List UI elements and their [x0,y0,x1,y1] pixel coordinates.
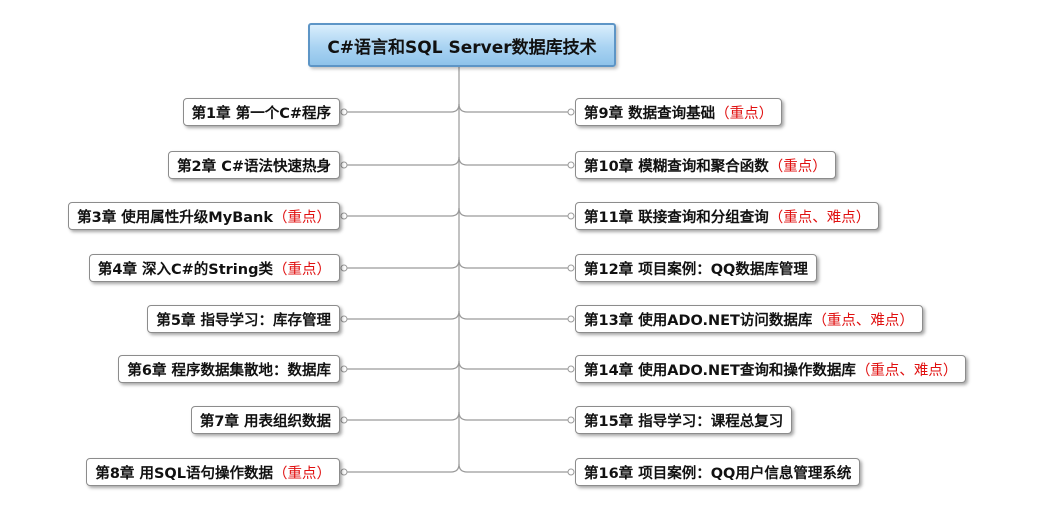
chapter-node-15[interactable]: 第15章 指导学习：课程总复习 [575,406,793,434]
connector-dot-11 [567,212,575,220]
branch-line-5 [347,310,460,320]
chapter-node-7[interactable]: 第7章 用表组织数据 [190,406,340,434]
chapter-node-12[interactable]: 第12章 项目案例：QQ数据库管理 [575,254,817,282]
chapter-node-3[interactable]: 第3章 使用属性升级MyBank （重点） [68,202,340,230]
branch-line-13 [458,310,568,320]
connector-dot-5 [340,315,348,323]
branch-line-2 [347,156,460,166]
connector-dot-12 [567,264,575,272]
branch-line-14 [458,360,568,370]
chapter-title: 第7章 用表组织数据 [199,413,331,430]
chapter-title: 第11章 联接查询和分组查询 [584,209,769,226]
chapter-title: 第4章 深入C#的String类 [97,261,273,278]
connector-dot-13 [567,315,575,323]
connector-dot-10 [567,161,575,169]
connector-dot-7 [340,416,348,424]
branch-line-9 [458,103,568,113]
branch-line-3 [347,207,460,217]
chapter-node-5[interactable]: 第5章 指导学习：库存管理 [147,305,340,333]
chapter-title: 第16章 项目案例：QQ用户信息管理系统 [584,465,852,482]
root-topic[interactable]: C#语言和SQL Server数据库技术 [308,23,616,67]
connector-dot-14 [567,365,575,373]
chapter-title: 第9章 数据查询基础 [584,105,716,122]
branch-line-7 [347,411,460,421]
chapter-title: 第13章 使用ADO.NET访问数据库 [584,312,813,329]
chapter-title: 第3章 使用属性升级MyBank [77,209,273,226]
branch-line-1 [347,103,460,113]
root-topic-label: C#语言和SQL Server数据库技术 [327,37,597,58]
connector-dot-15 [567,416,575,424]
connector-dot-8 [340,468,348,476]
branch-line-15 [458,411,568,421]
branch-line-10 [458,156,568,166]
connector-dot-9 [567,108,575,116]
chapter-highlight: （重点、难点） [855,362,958,379]
connector-dot-2 [340,161,348,169]
chapter-node-13[interactable]: 第13章 使用ADO.NET访问数据库 （重点、难点） [575,305,923,333]
branch-line-11 [458,207,568,217]
chapter-highlight: （重点） [273,209,331,226]
chapter-title: 第10章 模糊查询和聚合函数 [584,158,769,175]
chapter-node-11[interactable]: 第11章 联接查询和分组查询 （重点、难点） [575,202,880,230]
connector-dot-3 [340,212,348,220]
chapter-title: 第14章 使用ADO.NET查询和操作数据库 [584,362,856,379]
branch-line-16 [458,463,568,473]
chapter-title: 第6章 程序数据集散地：数据库 [127,362,331,379]
chapter-node-9[interactable]: 第9章 数据查询基础 （重点） [575,98,783,126]
chapter-title: 第5章 指导学习：库存管理 [156,312,331,329]
chapter-node-10[interactable]: 第10章 模糊查询和聚合函数 （重点） [575,151,836,179]
chapter-highlight: （重点、难点） [768,209,871,226]
chapter-node-2[interactable]: 第2章 C#语法快速热身 [168,151,340,179]
chapter-node-4[interactable]: 第4章 深入C#的String类 （重点） [88,254,340,282]
chapter-highlight: （重点、难点） [812,312,914,329]
chapter-title: 第12章 项目案例：QQ数据库管理 [584,261,808,278]
chapter-highlight: （重点） [273,261,331,278]
chapter-highlight: （重点） [768,158,827,175]
connector-dot-6 [340,365,348,373]
chapter-node-1[interactable]: 第1章 第一个C#程序 [182,98,340,126]
branch-line-4 [347,259,460,269]
chapter-node-14[interactable]: 第14章 使用ADO.NET查询和操作数据库 （重点、难点） [575,355,967,383]
chapter-title: 第2章 C#语法快速热身 [177,158,331,175]
branch-line-6 [347,360,460,370]
chapter-title: 第1章 第一个C#程序 [191,105,331,122]
connector-dot-1 [340,108,348,116]
chapter-node-8[interactable]: 第8章 用SQL语句操作数据 （重点） [86,458,340,486]
chapter-highlight: （重点） [273,465,331,482]
chapter-node-6[interactable]: 第6章 程序数据集散地：数据库 [118,355,340,383]
chapter-title: 第15章 指导学习：课程总复习 [584,413,784,430]
branch-line-12 [458,259,568,269]
connector-dot-4 [340,264,348,272]
chapter-node-16[interactable]: 第16章 项目案例：QQ用户信息管理系统 [575,458,861,486]
chapter-title: 第8章 用SQL语句操作数据 [95,465,273,482]
branch-line-8 [347,463,460,473]
chapter-highlight: （重点） [715,105,774,122]
connector-dot-16 [567,468,575,476]
